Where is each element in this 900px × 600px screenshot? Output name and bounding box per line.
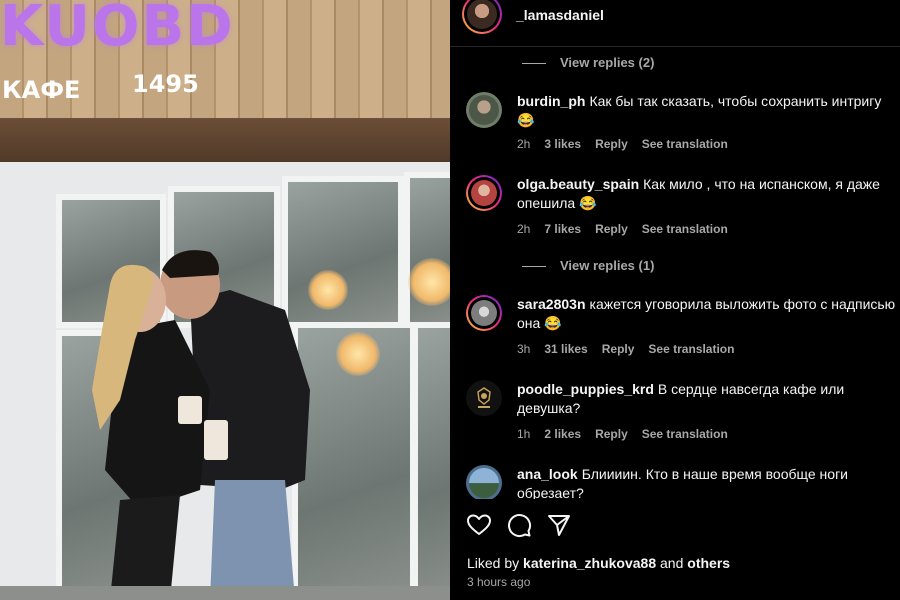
comment-time: 2h xyxy=(517,137,531,151)
facade-beam xyxy=(0,118,450,166)
comment-meta: 1h 2 likes Reply See translation xyxy=(517,427,742,441)
see-translation-button[interactable]: See translation xyxy=(642,137,728,151)
cafe-sign-subtitle: КАФЕ xyxy=(2,76,81,104)
commenter-avatar[interactable] xyxy=(466,380,502,416)
post-timestamp: 3 hours ago xyxy=(467,575,531,589)
comment-likes[interactable]: 7 likes xyxy=(544,222,581,236)
reply-button[interactable]: Reply xyxy=(595,222,628,236)
post-photo: KUOBD КАФЕ 1495 xyxy=(0,0,450,600)
view-replies-button[interactable]: View replies (2) xyxy=(522,55,654,70)
see-translation-button[interactable]: See translation xyxy=(648,342,734,356)
comment-likes[interactable]: 3 likes xyxy=(544,137,581,151)
commenter-username[interactable]: burdin_ph xyxy=(517,93,585,109)
window xyxy=(412,322,450,600)
sidewalk xyxy=(0,586,450,600)
commenter-avatar[interactable] xyxy=(466,92,502,128)
comment-time: 2h xyxy=(517,222,531,236)
couple xyxy=(92,250,310,600)
reply-button[interactable]: Reply xyxy=(595,137,628,151)
share-icon[interactable] xyxy=(546,512,572,538)
comment-meta: 3h 31 likes Reply See translation xyxy=(517,342,748,356)
comments-panel: _lamasdaniel View replies (2) burdin_ph К… xyxy=(450,0,900,600)
cafe-sign-word: KUOBD xyxy=(0,0,235,59)
comment-text: ana_look Блиииин. Кто в наше время вообще… xyxy=(517,465,900,499)
cafe-sign-number: 1495 xyxy=(132,70,199,98)
reply-line-divider xyxy=(522,63,546,65)
commenter-avatar[interactable] xyxy=(466,465,502,499)
comment-text: burdin_ph Как бы так сказать, чтобы сохра… xyxy=(517,92,900,130)
comment-time: 3h xyxy=(517,342,531,356)
liked-by-user[interactable]: katerina_zhukova88 xyxy=(523,555,656,571)
see-translation-button[interactable]: See translation xyxy=(642,222,728,236)
author-username[interactable]: _lamasdaniel xyxy=(516,7,604,23)
author-avatar[interactable] xyxy=(462,0,502,34)
comment-text: olga.beauty_spain Как мило , что на испан… xyxy=(517,175,900,213)
reply-button[interactable]: Reply xyxy=(595,427,628,441)
liked-by-connector: and xyxy=(660,555,684,571)
poodle-logo-icon xyxy=(477,387,491,408)
liked-by-others[interactable]: others xyxy=(687,555,730,571)
comment-text: poodle_puppies_krd В сердце навсегда кафе… xyxy=(517,380,900,418)
post-header: _lamasdaniel xyxy=(450,0,900,47)
liked-by-prefix: Liked by xyxy=(467,555,520,571)
view-replies-button[interactable]: View replies (1) xyxy=(522,258,654,273)
comment-icon[interactable] xyxy=(506,512,532,538)
commenter-username[interactable]: poodle_puppies_krd xyxy=(517,381,654,397)
comment-meta: 2h 7 likes Reply See translation xyxy=(517,222,742,236)
lamp xyxy=(408,258,450,306)
comment-likes[interactable]: 31 likes xyxy=(544,342,587,356)
commenter-username[interactable]: olga.beauty_spain xyxy=(517,176,639,192)
liked-by-line: Liked by katerina_zhukova88 and others xyxy=(467,555,730,571)
reply-button[interactable]: Reply xyxy=(602,342,635,356)
see-translation-button[interactable]: See translation xyxy=(642,427,728,441)
comment-text: sara2803n кажется уговорила выложить фото… xyxy=(517,295,900,333)
heart-icon[interactable] xyxy=(466,513,492,537)
commenter-username[interactable]: sara2803n xyxy=(517,296,586,312)
reply-line-divider xyxy=(522,266,546,268)
lamp xyxy=(336,332,380,376)
commenter-avatar[interactable] xyxy=(466,295,502,331)
commenter-username[interactable]: ana_look xyxy=(517,466,578,482)
comment-time: 1h xyxy=(517,427,531,441)
comment-likes[interactable]: 2 likes xyxy=(544,427,581,441)
comments-list[interactable]: View replies (2) burdin_ph Как бы так ска… xyxy=(450,47,900,499)
commenter-avatar[interactable] xyxy=(466,175,502,211)
comment-meta: 2h 3 likes Reply See translation xyxy=(517,137,742,151)
